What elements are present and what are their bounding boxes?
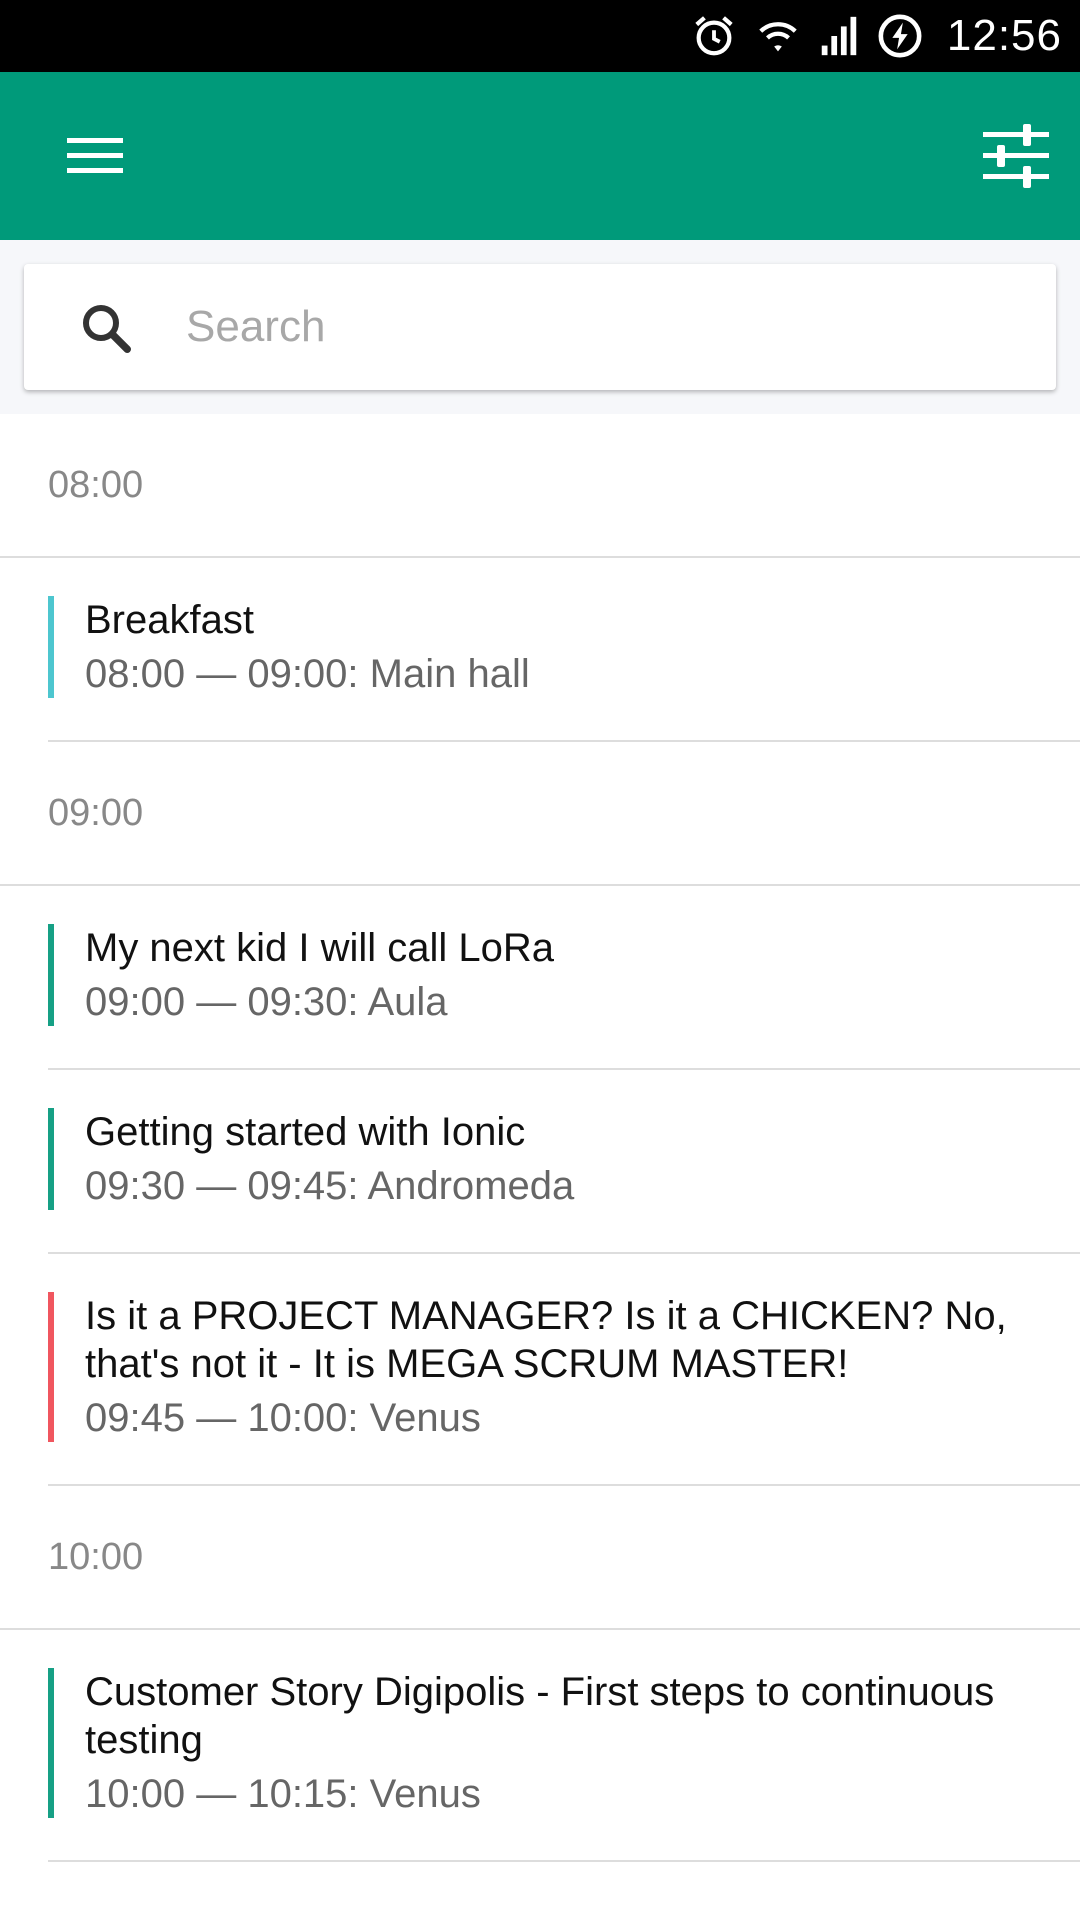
status-time: 12:56 bbox=[946, 11, 1062, 60]
search-bar[interactable] bbox=[24, 264, 1056, 390]
filter-button[interactable] bbox=[972, 112, 1060, 200]
session-time-location: 09:00 — 09:30: Aula bbox=[85, 980, 448, 1024]
time-divider-label: 08:00 bbox=[48, 464, 144, 506]
track-color-bar bbox=[48, 596, 54, 698]
status-icons: 12:56 bbox=[691, 0, 1062, 72]
menu-button[interactable] bbox=[52, 116, 140, 196]
schedule-list: 08:00 Breakfast 08:00 — 09:00: Main hall 09… bbox=[0, 414, 1080, 1862]
search-area bbox=[0, 240, 1080, 414]
track-color-bar bbox=[48, 1668, 54, 1818]
track-color-bar bbox=[48, 1292, 54, 1442]
session-title: Getting started with Ionic bbox=[85, 1110, 526, 1154]
session-item[interactable]: Getting started with Ionic 09:30 — 09:45:… bbox=[48, 1070, 1080, 1254]
session-item[interactable]: My next kid I will call LoRa 09:00 — 09:3… bbox=[48, 886, 1080, 1070]
session-item[interactable]: Is it a PROJECT MANAGER? Is it a CHICKEN… bbox=[48, 1254, 1080, 1486]
time-divider-label: 10:00 bbox=[48, 1536, 144, 1578]
time-divider-label: 09:00 bbox=[48, 792, 144, 834]
search-input[interactable] bbox=[186, 282, 1006, 372]
session-time-location: 10:00 — 10:15: Venus bbox=[85, 1772, 481, 1816]
wifi-icon bbox=[759, 22, 797, 52]
sliders-icon bbox=[983, 124, 1049, 188]
session-title: Breakfast bbox=[85, 598, 254, 642]
time-divider: 10:00 bbox=[0, 1486, 1080, 1630]
alarm-icon bbox=[695, 16, 733, 56]
session-time-location: 09:45 — 10:00: Venus bbox=[85, 1396, 481, 1440]
session-item[interactable]: Customer Story Digipolis - First steps t… bbox=[48, 1630, 1080, 1862]
session-time-location: 08:00 — 09:00: Main hall bbox=[85, 652, 530, 696]
battery-charging-icon bbox=[878, 14, 922, 58]
track-color-bar bbox=[48, 1108, 54, 1210]
time-divider: 08:00 bbox=[0, 414, 1080, 558]
app-bar bbox=[0, 72, 1080, 240]
session-title: Customer Story Digipolis - First steps t… bbox=[85, 1670, 995, 1762]
session-time-location: 09:30 — 09:45: Andromeda bbox=[85, 1164, 575, 1208]
session-title: My next kid I will call LoRa bbox=[85, 926, 555, 970]
session-item[interactable]: Breakfast 08:00 — 09:00: Main hall bbox=[48, 558, 1080, 742]
track-color-bar bbox=[48, 924, 54, 1026]
status-bar: 12:56 bbox=[0, 0, 1080, 72]
session-title: Is it a PROJECT MANAGER? Is it a CHICKEN… bbox=[85, 1294, 1007, 1386]
time-divider: 09:00 bbox=[0, 742, 1080, 886]
signal-icon bbox=[821, 16, 857, 56]
menu-icon bbox=[67, 138, 123, 173]
search-icon bbox=[83, 305, 131, 353]
